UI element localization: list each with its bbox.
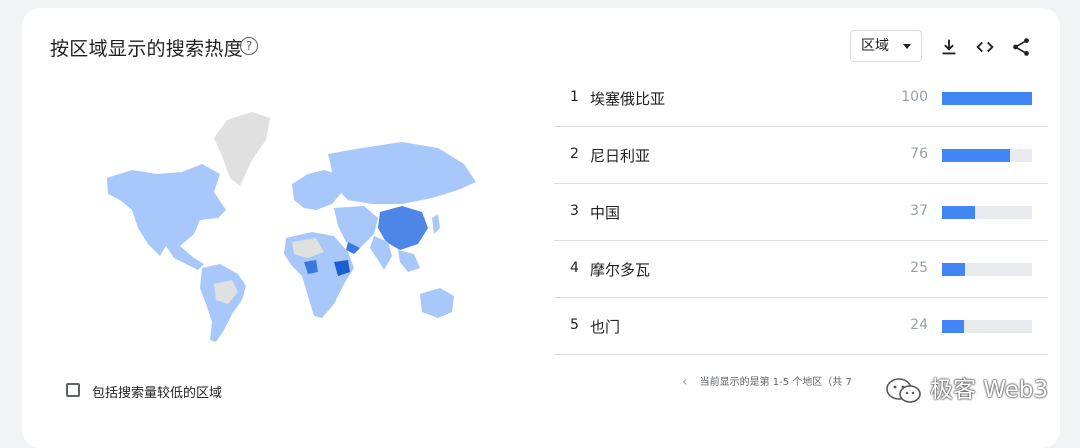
card-title: 按区域显示的搜索热度	[50, 38, 244, 60]
region-select-value: 区域	[861, 38, 889, 54]
value-bar-track	[942, 320, 1032, 333]
include-low-volume-checkbox[interactable]	[66, 383, 80, 397]
value-bar-fill	[942, 206, 976, 219]
embed-code-icon[interactable]	[974, 36, 996, 58]
value-bar-track	[942, 92, 1032, 105]
rank-number: 4	[570, 260, 579, 276]
list-item[interactable]: 5 也门 24	[554, 298, 1048, 355]
map-region-russia	[328, 142, 476, 204]
rank-number: 3	[570, 203, 579, 219]
rank-number: 5	[570, 317, 579, 333]
value-bar-track	[942, 149, 1032, 162]
value-bar-fill	[942, 149, 1011, 162]
list-item[interactable]: 4 摩尔多瓦 25	[554, 241, 1048, 298]
region-select[interactable]: 区域	[850, 30, 922, 62]
region-ranking-list: 1 埃塞俄比亚 100 2 尼日利亚 76 3 中国 37 4 摩尔多瓦 2 5 …	[554, 70, 1048, 355]
watermark-text: 极客 Web3	[930, 377, 1049, 403]
value-bar-track	[942, 263, 1032, 276]
region-value: 24	[910, 317, 928, 333]
help-circle-icon[interactable]: ?	[240, 37, 258, 55]
region-name: 尼日利亚	[590, 147, 651, 165]
world-map[interactable]	[102, 108, 482, 348]
map-region-middle-east	[334, 206, 378, 248]
include-low-volume-label: 包括搜索量较低的区域	[92, 386, 223, 401]
wechat-icon	[886, 377, 921, 403]
value-bar-track	[942, 206, 1032, 219]
rank-number: 2	[570, 146, 579, 162]
interest-by-region-card: 按区域显示的搜索热度 ? 区域 包括搜索量较低的区域 1 埃塞俄比亚 100 2…	[22, 8, 1060, 448]
list-item[interactable]: 3 中国 37	[554, 184, 1048, 241]
map-region-australia	[420, 288, 454, 318]
pagination-text: 当前显示的是第 1-5 个地区（共 7	[699, 377, 852, 388]
region-value: 100	[901, 89, 928, 105]
list-item[interactable]: 2 尼日利亚 76	[554, 127, 1048, 184]
region-name: 中国	[590, 204, 621, 222]
pagination: ‹ 当前显示的是第 1-5 个地区（共 7	[682, 373, 852, 390]
value-bar-fill	[942, 263, 965, 276]
list-item[interactable]: 1 埃塞俄比亚 100	[554, 70, 1048, 127]
map-region-central-america	[166, 246, 204, 270]
map-region-southeast-asia	[398, 250, 420, 272]
value-bar-fill	[942, 320, 964, 333]
watermark: 极客 Web3	[884, 370, 1048, 405]
region-value: 37	[910, 203, 928, 219]
region-value: 25	[910, 260, 928, 276]
region-name: 埃塞俄比亚	[590, 90, 666, 108]
region-name: 摩尔多瓦	[590, 261, 651, 279]
chevron-left-icon[interactable]: ‹	[682, 374, 688, 390]
download-icon[interactable]	[938, 36, 960, 58]
caret-down-icon	[903, 44, 911, 49]
rank-number: 1	[570, 89, 579, 105]
map-region-south-america	[200, 264, 246, 342]
region-value: 76	[910, 146, 928, 162]
map-region-japan	[432, 214, 440, 234]
region-name: 也门	[590, 318, 621, 336]
value-bar-fill	[942, 92, 1032, 105]
map-region-north-america	[107, 164, 226, 256]
map-region-greenland	[214, 112, 270, 186]
share-icon[interactable]	[1010, 36, 1032, 58]
